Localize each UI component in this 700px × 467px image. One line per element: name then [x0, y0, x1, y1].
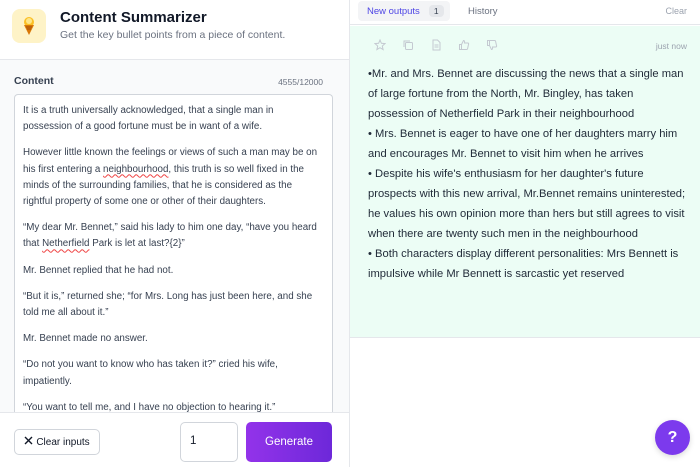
app-subtitle: Get the key bullet points from a piece o…: [60, 29, 286, 41]
spellcheck-word: neighbourhood: [103, 163, 169, 175]
clear-outputs-button[interactable]: Clear: [665, 6, 687, 16]
input-footer: Clear inputs 1 Generate: [0, 412, 349, 467]
tab-label: New outputs: [367, 5, 420, 17]
output-tabbar: New outputs 1 History Clear: [350, 0, 700, 25]
help-button[interactable]: ?: [655, 420, 690, 455]
output-quantity-input[interactable]: 1: [180, 422, 238, 462]
close-icon: [24, 436, 33, 448]
tab-new-outputs[interactable]: New outputs 1: [358, 1, 450, 21]
count-badge: 1: [428, 5, 444, 17]
content-paragraph: Mr. Bennet made no answer.: [23, 333, 148, 345]
output-timestamp: just now: [655, 41, 687, 51]
thumbs-down-icon[interactable]: [484, 38, 500, 52]
document-icon[interactable]: [428, 38, 444, 52]
input-panel: Content Summarizer Get the key bullet po…: [0, 0, 350, 467]
content-paragraph: Mr. Bennet replied that he had not.: [23, 264, 174, 276]
thumbs-up-icon[interactable]: [456, 38, 472, 52]
content-paragraph: It is a truth universally acknowledged, …: [23, 105, 274, 133]
summary-bullet: • Despite his wife's enthusiasm for her …: [368, 168, 686, 240]
clear-inputs-label: Clear inputs: [36, 436, 90, 448]
tab-history[interactable]: History: [468, 6, 498, 17]
summary-bullet: • Both characters display different pers…: [368, 248, 679, 280]
content-paragraph: “You want to tell me, and I have no obje…: [23, 401, 276, 412]
clear-inputs-button[interactable]: Clear inputs: [14, 429, 100, 455]
content-label: Content: [14, 75, 54, 87]
content-paragraph: “My dear Mr. Bennet,” said his lady to h…: [23, 220, 324, 252]
output-card: just now •Mr. and Mrs. Bennet are discus…: [350, 26, 700, 338]
output-panel: New outputs 1 History Clear just now •Mr…: [350, 0, 700, 467]
content-paragraph: “Do not you want to know who has taken i…: [23, 359, 278, 387]
summary-bullet: •Mr. and Mrs. Bennet are discussing the …: [368, 68, 684, 120]
app-header: Content Summarizer Get the key bullet po…: [0, 0, 349, 60]
content-paragraph: However little known the feelings or vie…: [23, 145, 324, 210]
ice-cream-icon: [12, 9, 46, 43]
spellcheck-word: Netherfield: [42, 238, 90, 250]
star-icon[interactable]: [372, 38, 388, 52]
copy-icon[interactable]: [400, 38, 416, 52]
content-paragraph: “But it is,” returned she; “for Mrs. Lon…: [23, 290, 313, 319]
generate-button[interactable]: Generate: [246, 422, 332, 462]
paragraph-text: Park is let at last?{2}”: [89, 238, 185, 250]
character-count: 4555/12000: [278, 77, 323, 87]
summary-bullet: • Mrs. Bennet is eager to have one of he…: [368, 128, 678, 160]
content-textarea[interactable]: It is a truth universally acknowledged, …: [14, 94, 333, 412]
summary-bullets: •Mr. and Mrs. Bennet are discussing the …: [368, 64, 688, 284]
app-title: Content Summarizer: [60, 9, 207, 26]
output-toolbar: [372, 38, 500, 52]
